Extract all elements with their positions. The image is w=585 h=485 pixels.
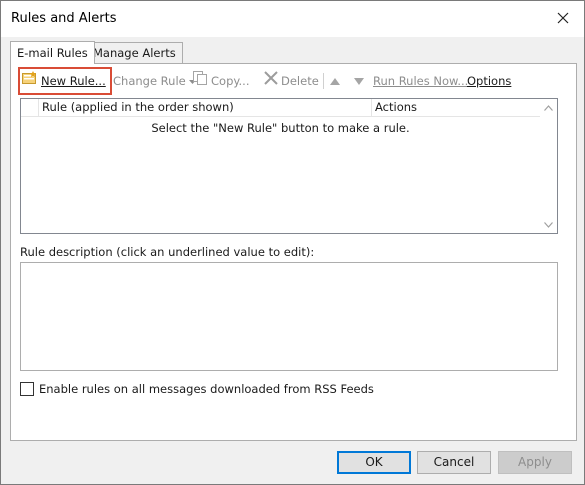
- options-label: Options: [467, 74, 512, 88]
- close-icon[interactable]: [552, 7, 574, 29]
- copy-icon: [193, 69, 208, 93]
- rules-list-scrollbar[interactable]: [540, 99, 557, 233]
- rules-and-alerts-dialog: Rules and Alerts E-mail Rules Manage Ale…: [0, 0, 585, 485]
- apply-button-label: Apply: [518, 455, 552, 469]
- column-header-actions[interactable]: Actions: [372, 99, 540, 116]
- rules-toolbar: New Rule... Change Rule Copy... Delete R…: [17, 67, 567, 95]
- apply-button[interactable]: Apply: [498, 451, 572, 474]
- rss-rules-label: Enable rules on all messages downloaded …: [39, 382, 374, 396]
- copy-button[interactable]: Copy...: [193, 69, 250, 93]
- scroll-down-icon[interactable]: [540, 216, 557, 233]
- cancel-button-label: Cancel: [433, 455, 475, 469]
- rule-description-label: Rule description (click an underlined va…: [20, 245, 315, 259]
- rss-rules-checkbox[interactable]: [20, 382, 34, 396]
- new-rule-button[interactable]: New Rule...: [18, 67, 112, 95]
- rules-list-empty-message: Select the "New Rule" button to make a r…: [151, 121, 410, 135]
- arrow-up-icon: [330, 69, 340, 93]
- delete-button[interactable]: Delete: [264, 69, 319, 93]
- ok-button-label: OK: [365, 455, 383, 469]
- delete-label: Delete: [281, 74, 319, 88]
- rules-list-header: Rule (applied in the order shown) Action…: [21, 99, 540, 117]
- new-rule-label: New Rule...: [41, 74, 106, 88]
- move-up-button[interactable]: [330, 69, 340, 93]
- run-rules-now-label: Run Rules Now...: [373, 74, 469, 88]
- window-title: Rules and Alerts: [11, 11, 117, 26]
- rules-list[interactable]: Rule (applied in the order shown) Action…: [20, 98, 558, 234]
- options-button[interactable]: Options: [467, 69, 511, 93]
- tab-manage-alerts-label: Manage Alerts: [93, 46, 176, 60]
- tab-email-rules-label: E-mail Rules: [17, 46, 88, 60]
- column-header-rule-label: Rule (applied in the order shown): [42, 100, 234, 114]
- change-rule-dropdown[interactable]: Change Rule: [113, 69, 196, 93]
- tab-manage-alerts[interactable]: Manage Alerts: [86, 42, 183, 64]
- column-header-rule[interactable]: Rule (applied in the order shown): [39, 99, 372, 116]
- tab-email-rules[interactable]: E-mail Rules: [10, 41, 95, 64]
- email-rules-panel: New Rule... Change Rule Copy... Delete R…: [10, 63, 577, 441]
- scroll-up-icon[interactable]: [540, 99, 557, 116]
- toolbar-separator: [323, 73, 324, 89]
- new-rule-icon: [22, 69, 38, 93]
- run-rules-now-button[interactable]: Run Rules Now...: [373, 69, 468, 93]
- column-header-checkbox[interactable]: [21, 99, 39, 116]
- cancel-button[interactable]: Cancel: [417, 451, 491, 474]
- delete-icon: [264, 69, 278, 93]
- rule-description-box[interactable]: [20, 262, 558, 371]
- ok-button[interactable]: OK: [337, 451, 411, 474]
- rss-rules-option[interactable]: Enable rules on all messages downloaded …: [20, 382, 374, 396]
- column-header-actions-label: Actions: [375, 100, 418, 114]
- change-rule-label: Change Rule: [113, 74, 186, 88]
- copy-label: Copy...: [211, 74, 250, 88]
- move-down-button[interactable]: [354, 69, 364, 93]
- title-bar: Rules and Alerts: [1, 1, 584, 37]
- arrow-down-icon: [354, 69, 364, 93]
